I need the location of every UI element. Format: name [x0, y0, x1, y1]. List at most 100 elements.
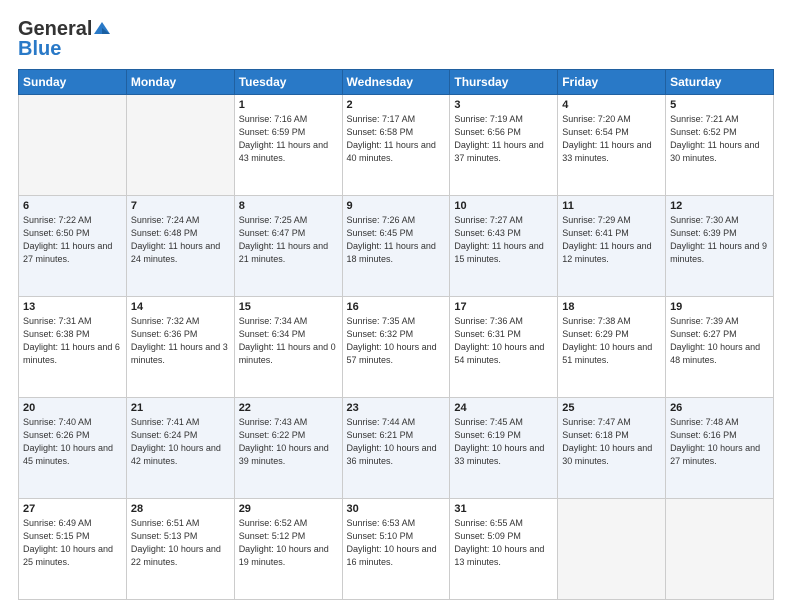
day-info: Sunrise: 6:55 AM Sunset: 5:09 PM Dayligh…: [454, 517, 553, 569]
day-info: Sunrise: 7:29 AM Sunset: 6:41 PM Dayligh…: [562, 214, 661, 266]
day-number: 26: [670, 402, 769, 414]
day-info: Sunrise: 7:32 AM Sunset: 6:36 PM Dayligh…: [131, 315, 230, 367]
day-info: Sunrise: 7:25 AM Sunset: 6:47 PM Dayligh…: [239, 214, 338, 266]
day-number: 11: [562, 200, 661, 212]
day-info: Sunrise: 7:19 AM Sunset: 6:56 PM Dayligh…: [454, 113, 553, 165]
calendar-day-cell: 6 Sunrise: 7:22 AM Sunset: 6:50 PM Daylig…: [19, 196, 127, 297]
calendar-week-row: 20 Sunrise: 7:40 AM Sunset: 6:26 PM Dayli…: [19, 398, 774, 499]
calendar-day-cell: [558, 499, 666, 600]
day-info: Sunrise: 7:24 AM Sunset: 6:48 PM Dayligh…: [131, 214, 230, 266]
logo-line2: Blue: [18, 39, 61, 59]
day-info: Sunrise: 7:41 AM Sunset: 6:24 PM Dayligh…: [131, 416, 230, 468]
day-number: 14: [131, 301, 230, 313]
calendar-day-cell: 4Sunrise: 7:20 AM Sunset: 6:54 PM Daylig…: [558, 95, 666, 196]
calendar-day-cell: 1 Sunrise: 7:16 AM Sunset: 6:59 PM Daylig…: [234, 95, 342, 196]
calendar-day-cell: 5 Sunrise: 7:21 AM Sunset: 6:52 PM Daylig…: [666, 95, 774, 196]
day-number: 7: [131, 200, 230, 212]
calendar-day-cell: 8Sunrise: 7:25 AM Sunset: 6:47 PM Daylig…: [234, 196, 342, 297]
calendar-day-cell: 15Sunrise: 7:34 AM Sunset: 6:34 PM Dayli…: [234, 297, 342, 398]
calendar-day-cell: 19 Sunrise: 7:39 AM Sunset: 6:27 PM Dayli…: [666, 297, 774, 398]
day-number: 4: [562, 99, 661, 111]
col-monday: Monday: [126, 70, 234, 95]
day-number: 6: [23, 200, 122, 212]
calendar-day-cell: 31 Sunrise: 6:55 AM Sunset: 5:09 PM Dayli…: [450, 499, 558, 600]
calendar-day-cell: 16 Sunrise: 7:35 AM Sunset: 6:32 PM Dayli…: [342, 297, 450, 398]
day-number: 30: [347, 503, 446, 515]
day-number: 19: [670, 301, 769, 313]
day-info: Sunrise: 6:52 AM Sunset: 5:12 PM Dayligh…: [239, 517, 338, 569]
day-number: 21: [131, 402, 230, 414]
col-wednesday: Wednesday: [342, 70, 450, 95]
day-info: Sunrise: 7:38 AM Sunset: 6:29 PM Dayligh…: [562, 315, 661, 367]
day-number: 2: [347, 99, 446, 111]
day-number: 31: [454, 503, 553, 515]
calendar-day-cell: 18 Sunrise: 7:38 AM Sunset: 6:29 PM Dayli…: [558, 297, 666, 398]
calendar-day-cell: 7 Sunrise: 7:24 AM Sunset: 6:48 PM Daylig…: [126, 196, 234, 297]
calendar-day-cell: 24 Sunrise: 7:45 AM Sunset: 6:19 PM Dayli…: [450, 398, 558, 499]
day-number: 22: [239, 402, 338, 414]
day-number: 24: [454, 402, 553, 414]
day-info: Sunrise: 7:47 AM Sunset: 6:18 PM Dayligh…: [562, 416, 661, 468]
day-number: 27: [23, 503, 122, 515]
day-info: Sunrise: 7:35 AM Sunset: 6:32 PM Dayligh…: [347, 315, 446, 367]
calendar-day-cell: [19, 95, 127, 196]
day-number: 3: [454, 99, 553, 111]
calendar-day-cell: 11 Sunrise: 7:29 AM Sunset: 6:41 PM Dayli…: [558, 196, 666, 297]
header: General Blue: [18, 18, 774, 59]
logo: General Blue: [18, 18, 110, 59]
col-saturday: Saturday: [666, 70, 774, 95]
day-number: 29: [239, 503, 338, 515]
day-number: 5: [670, 99, 769, 111]
day-number: 1: [239, 99, 338, 111]
day-info: Sunrise: 7:27 AM Sunset: 6:43 PM Dayligh…: [454, 214, 553, 266]
day-info: Sunrise: 7:31 AM Sunset: 6:38 PM Dayligh…: [23, 315, 122, 367]
day-number: 17: [454, 301, 553, 313]
day-info: Sunrise: 7:48 AM Sunset: 6:16 PM Dayligh…: [670, 416, 769, 468]
col-tuesday: Tuesday: [234, 70, 342, 95]
calendar-day-cell: 14 Sunrise: 7:32 AM Sunset: 6:36 PM Dayli…: [126, 297, 234, 398]
day-number: 16: [347, 301, 446, 313]
day-info: Sunrise: 7:40 AM Sunset: 6:26 PM Dayligh…: [23, 416, 122, 468]
day-number: 23: [347, 402, 446, 414]
day-info: Sunrise: 7:21 AM Sunset: 6:52 PM Dayligh…: [670, 113, 769, 165]
calendar-day-cell: 10Sunrise: 7:27 AM Sunset: 6:43 PM Dayli…: [450, 196, 558, 297]
col-friday: Friday: [558, 70, 666, 95]
day-info: Sunrise: 7:30 AM Sunset: 6:39 PM Dayligh…: [670, 214, 769, 266]
day-info: Sunrise: 7:22 AM Sunset: 6:50 PM Dayligh…: [23, 214, 122, 266]
calendar-day-cell: 23 Sunrise: 7:44 AM Sunset: 6:21 PM Dayli…: [342, 398, 450, 499]
day-info: Sunrise: 6:53 AM Sunset: 5:10 PM Dayligh…: [347, 517, 446, 569]
calendar-day-cell: 21 Sunrise: 7:41 AM Sunset: 6:24 PM Dayli…: [126, 398, 234, 499]
calendar-day-cell: 30 Sunrise: 6:53 AM Sunset: 5:10 PM Dayli…: [342, 499, 450, 600]
day-info: Sunrise: 6:49 AM Sunset: 5:15 PM Dayligh…: [23, 517, 122, 569]
day-info: Sunrise: 7:43 AM Sunset: 6:22 PM Dayligh…: [239, 416, 338, 468]
calendar-day-cell: 22 Sunrise: 7:43 AM Sunset: 6:22 PM Dayli…: [234, 398, 342, 499]
day-info: Sunrise: 7:39 AM Sunset: 6:27 PM Dayligh…: [670, 315, 769, 367]
day-number: 13: [23, 301, 122, 313]
calendar-day-cell: 17 Sunrise: 7:36 AM Sunset: 6:31 PM Dayli…: [450, 297, 558, 398]
calendar-day-cell: [666, 499, 774, 600]
calendar-week-row: 6 Sunrise: 7:22 AM Sunset: 6:50 PM Daylig…: [19, 196, 774, 297]
calendar-day-cell: 26 Sunrise: 7:48 AM Sunset: 6:16 PM Dayli…: [666, 398, 774, 499]
day-number: 25: [562, 402, 661, 414]
calendar-day-cell: 27 Sunrise: 6:49 AM Sunset: 5:15 PM Dayli…: [19, 499, 127, 600]
day-info: Sunrise: 7:44 AM Sunset: 6:21 PM Dayligh…: [347, 416, 446, 468]
day-info: Sunrise: 7:36 AM Sunset: 6:31 PM Dayligh…: [454, 315, 553, 367]
calendar-day-cell: 25 Sunrise: 7:47 AM Sunset: 6:18 PM Dayli…: [558, 398, 666, 499]
calendar-week-row: 1 Sunrise: 7:16 AM Sunset: 6:59 PM Daylig…: [19, 95, 774, 196]
day-info: Sunrise: 7:16 AM Sunset: 6:59 PM Dayligh…: [239, 113, 338, 165]
logo-triangle-icon: [94, 20, 110, 41]
day-number: 28: [131, 503, 230, 515]
day-info: Sunrise: 7:26 AM Sunset: 6:45 PM Dayligh…: [347, 214, 446, 266]
day-number: 9: [347, 200, 446, 212]
day-number: 18: [562, 301, 661, 313]
day-number: 20: [23, 402, 122, 414]
calendar-day-cell: 2 Sunrise: 7:17 AM Sunset: 6:58 PM Daylig…: [342, 95, 450, 196]
day-info: Sunrise: 7:17 AM Sunset: 6:58 PM Dayligh…: [347, 113, 446, 165]
col-sunday: Sunday: [19, 70, 127, 95]
day-number: 15: [239, 301, 338, 313]
calendar-day-cell: 13 Sunrise: 7:31 AM Sunset: 6:38 PM Dayli…: [19, 297, 127, 398]
calendar-day-cell: 29 Sunrise: 6:52 AM Sunset: 5:12 PM Dayli…: [234, 499, 342, 600]
calendar-day-cell: 12Sunrise: 7:30 AM Sunset: 6:39 PM Dayli…: [666, 196, 774, 297]
day-info: Sunrise: 7:45 AM Sunset: 6:19 PM Dayligh…: [454, 416, 553, 468]
calendar-table: Sunday Monday Tuesday Wednesday Thursday…: [18, 69, 774, 600]
